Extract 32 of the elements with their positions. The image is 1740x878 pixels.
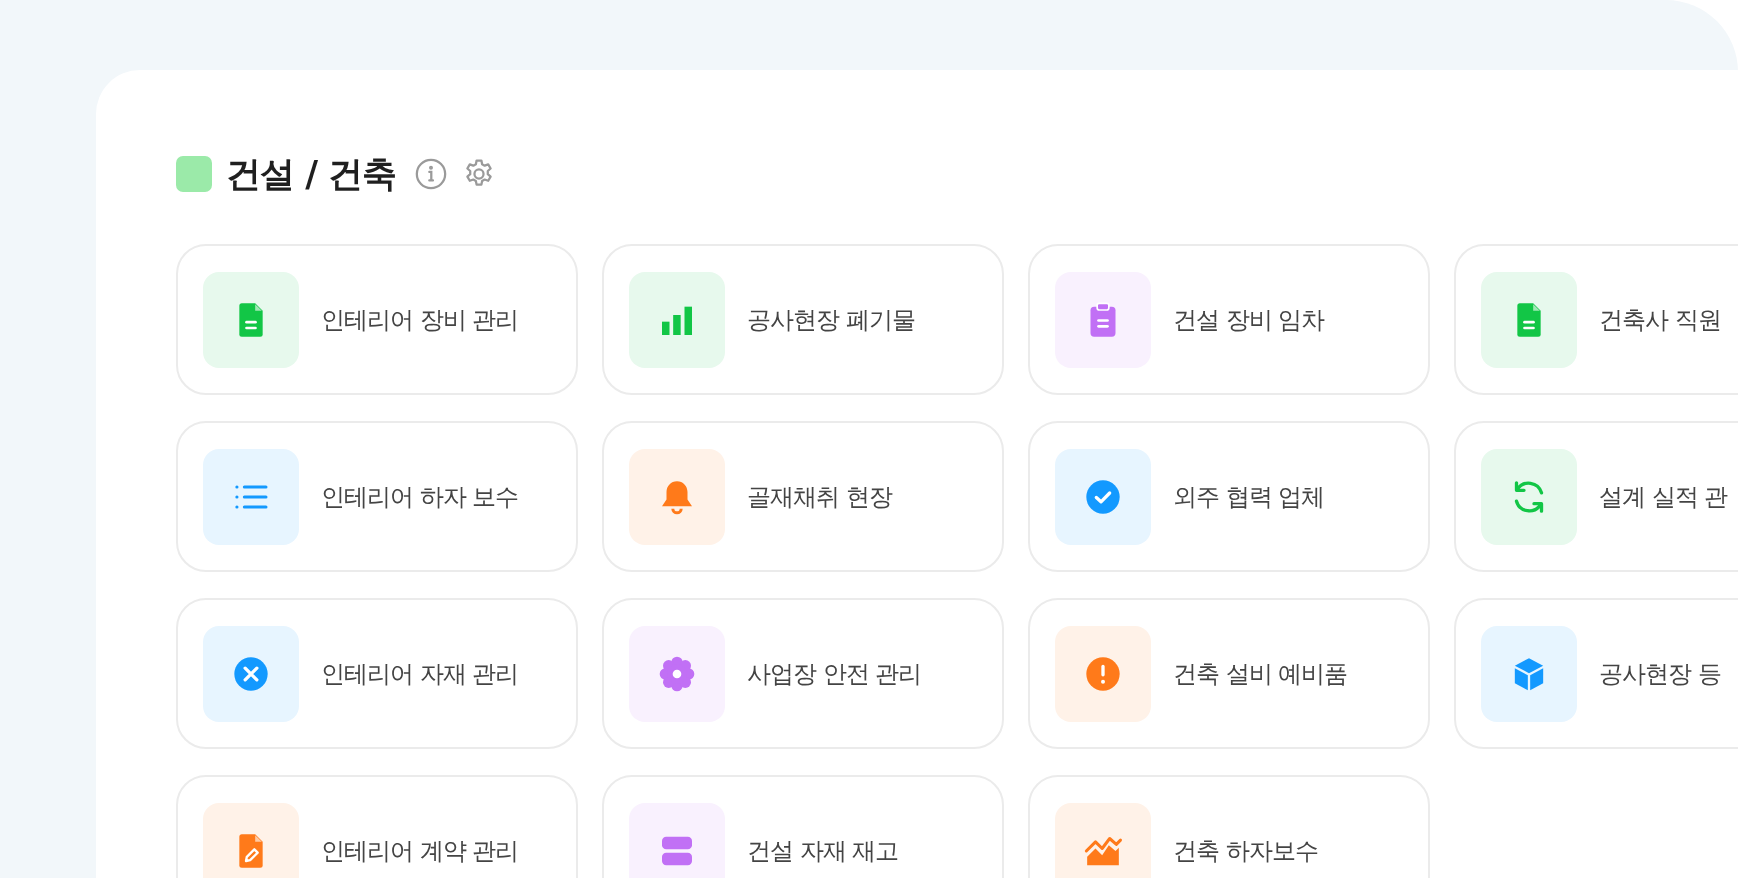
menu-card[interactable]: 설계 실적 관 — [1454, 421, 1738, 572]
menu-card[interactable]: 사업장 안전 관리 — [602, 598, 1004, 749]
menu-card[interactable]: 건설 자재 재고 — [602, 775, 1004, 878]
menu-card[interactable]: 공사현장 폐기물 — [602, 244, 1004, 395]
menu-label: 외주 협력 업체 — [1173, 481, 1325, 513]
menu-label: 인테리어 계약 관리 — [321, 835, 519, 867]
menu-card[interactable]: 인테리어 자재 관리 — [176, 598, 578, 749]
menu-label: 건설 자재 재고 — [747, 835, 899, 867]
menu-label: 인테리어 하자 보수 — [321, 481, 519, 513]
menu-label: 건설 장비 임차 — [1173, 304, 1325, 336]
menu-card[interactable]: 외주 협력 업체 — [1028, 421, 1430, 572]
menu-label: 건축 하자보수 — [1173, 835, 1318, 867]
menu-card[interactable]: 건축 하자보수 — [1028, 775, 1430, 878]
menu-label: 설계 실적 관 — [1599, 481, 1728, 513]
menu-card[interactable]: 인테리어 하자 보수 — [176, 421, 578, 572]
menu-card[interactable]: 인테리어 장비 관리 — [176, 244, 578, 395]
menu-label: 인테리어 자재 관리 — [321, 658, 519, 690]
menu-label: 건축 설비 예비품 — [1173, 658, 1348, 690]
info-icon[interactable] — [414, 157, 449, 191]
menu-label: 인테리어 장비 관리 — [321, 304, 519, 336]
menu-card[interactable]: 건설 장비 임차 — [1028, 244, 1430, 395]
menu-label: 골재채취 현장 — [747, 481, 892, 513]
menu-card[interactable]: 공사현장 등 — [1454, 598, 1738, 749]
section-title: 건설 / 건축 — [226, 152, 397, 196]
menu-label: 사업장 안전 관리 — [747, 658, 922, 690]
menu-label: 건축사 직원 — [1599, 304, 1721, 336]
menu-card[interactable]: 건축 설비 예비품 — [1028, 598, 1430, 749]
menu-label: 공사현장 등 — [1599, 658, 1721, 690]
menu-card[interactable]: 골재채취 현장 — [602, 421, 1004, 572]
menu-card[interactable]: 건축사 직원 — [1454, 244, 1738, 395]
menu-card[interactable]: 인테리어 계약 관리 — [176, 775, 578, 878]
menu-label: 공사현장 폐기물 — [747, 304, 915, 336]
